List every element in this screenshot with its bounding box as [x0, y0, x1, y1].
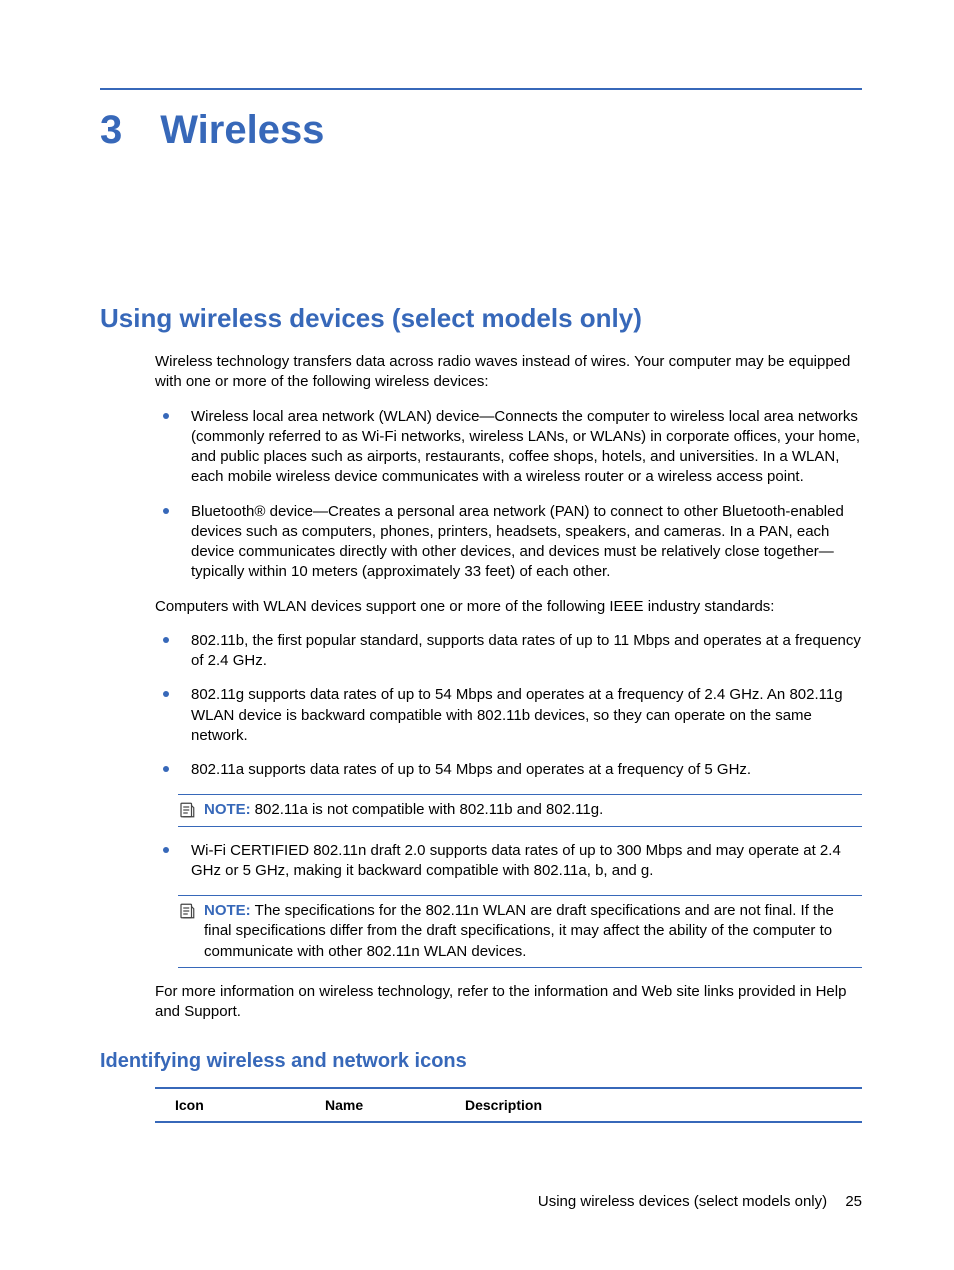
icon-table: Icon Name Description	[155, 1087, 862, 1123]
more-info-paragraph: For more information on wireless technol…	[155, 982, 862, 1023]
standards-list: 802.11b, the first popular standard, sup…	[155, 631, 862, 781]
device-list: Wireless local area network (WLAN) devic…	[155, 407, 862, 583]
list-item: 802.11a supports data rates of up to 54 …	[155, 760, 862, 780]
list-item: Bluetooth® device—Creates a personal are…	[155, 502, 862, 583]
note-text: 802.11a is not compatible with 802.11b a…	[255, 801, 604, 818]
note-text: The specifications for the 802.11n WLAN …	[204, 902, 834, 960]
chapter-heading: 3 Wireless	[100, 108, 862, 153]
top-rule	[100, 88, 862, 90]
chapter-title: Wireless	[160, 108, 324, 153]
note-icon	[178, 801, 196, 819]
table-header-row: Icon Name Description	[155, 1089, 862, 1121]
chapter-number: 3	[100, 108, 122, 153]
standards-list-2: Wi-Fi CERTIFIED 802.11n draft 2.0 suppor…	[155, 841, 862, 882]
table-header-name: Name	[325, 1097, 465, 1113]
list-item: 802.11b, the first popular standard, sup…	[155, 631, 862, 672]
document-page: 3 Wireless Using wireless devices (selec…	[0, 0, 954, 1123]
list-item: 802.11g supports data rates of up to 54 …	[155, 685, 862, 746]
standards-intro: Computers with WLAN devices support one …	[155, 597, 862, 617]
list-item: Wireless local area network (WLAN) devic…	[155, 407, 862, 488]
intro-paragraph: Wireless technology transfers data acros…	[155, 352, 862, 393]
note-block: NOTE:The specifications for the 802.11n …	[178, 895, 862, 968]
section-heading: Using wireless devices (select models on…	[100, 303, 862, 334]
note-block: NOTE:802.11a is not compatible with 802.…	[178, 794, 862, 826]
table-header-desc: Description	[465, 1097, 842, 1113]
table-bottom-border	[155, 1121, 862, 1123]
list-item: Wi-Fi CERTIFIED 802.11n draft 2.0 suppor…	[155, 841, 862, 882]
note-icon	[178, 902, 196, 920]
subsection-heading: Identifying wireless and network icons	[100, 1050, 862, 1073]
note-body: NOTE:802.11a is not compatible with 802.…	[204, 800, 862, 820]
page-footer: Using wireless devices (select models on…	[538, 1193, 862, 1210]
table-header-icon: Icon	[175, 1097, 325, 1113]
note-body: NOTE:The specifications for the 802.11n …	[204, 901, 862, 962]
note-label: NOTE:	[204, 902, 251, 919]
footer-text: Using wireless devices (select models on…	[538, 1193, 827, 1210]
page-number: 25	[845, 1193, 862, 1210]
note-label: NOTE:	[204, 801, 251, 818]
